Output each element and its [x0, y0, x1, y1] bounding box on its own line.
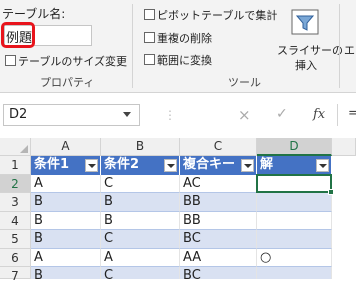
table-header-cell[interactable]: 複合キー [180, 156, 257, 175]
table-header-label: 条件2 [104, 157, 140, 172]
resize-table-icon [5, 55, 16, 66]
column-header-c[interactable]: C [180, 138, 257, 156]
table-cell[interactable]: BB [180, 212, 257, 230]
table-cell[interactable]: A [101, 249, 180, 267]
filter-dropdown-icon[interactable] [164, 159, 177, 172]
table-cell[interactable]: AA [180, 249, 257, 267]
pivot-summary-button[interactable]: ピボットテーブルで集計 [144, 7, 277, 23]
column-header-e[interactable] [332, 138, 356, 156]
filter-dropdown-icon[interactable] [316, 159, 329, 172]
filter-dropdown-icon[interactable] [85, 159, 98, 172]
convert-range-icon [144, 54, 155, 65]
resize-table-label: テーブルのサイズ変更 [18, 55, 128, 68]
remove-duplicates-button[interactable]: 重複の削除 [144, 30, 212, 46]
group-separator [132, 4, 133, 88]
circle-mark: ○ [260, 250, 272, 265]
name-box-dropdown-icon[interactable] [123, 112, 131, 117]
select-all-icon [20, 145, 28, 153]
table-cell[interactable]: A [31, 175, 101, 193]
table-cell[interactable]: B [31, 193, 101, 212]
fill-handle[interactable] [328, 189, 334, 195]
pivot-label: ピボットテーブルで集計 [157, 9, 278, 22]
column-header-a[interactable]: A [31, 138, 101, 156]
table-cell[interactable]: B [31, 267, 101, 279]
table-cell[interactable]: B [31, 212, 101, 230]
row-header[interactable]: 2 [0, 175, 31, 193]
table-header-cell[interactable]: 解 [257, 156, 332, 175]
filter-dropdown-icon[interactable] [241, 159, 254, 172]
table-header-label: 条件1 [34, 157, 70, 172]
table-cell[interactable] [257, 230, 332, 249]
table-cell[interactable]: B [101, 212, 180, 230]
remove-duplicates-icon [144, 32, 155, 43]
highlight-frame [1, 22, 35, 48]
slicer-icon [291, 9, 319, 35]
column-header-d[interactable]: D [257, 138, 332, 156]
table-cell[interactable]: C [101, 267, 180, 279]
row-header[interactable]: 7 [0, 267, 31, 283]
table-cell[interactable]: ○ [257, 249, 332, 267]
table-cell[interactable] [257, 212, 332, 230]
table-cell[interactable]: B [31, 230, 101, 249]
convert-label: 範囲に変換 [157, 54, 212, 67]
insert-function-icon[interactable]: fx [313, 107, 325, 122]
row-header[interactable]: 4 [0, 212, 31, 230]
select-all-corner[interactable] [0, 138, 31, 156]
name-box[interactable]: D2 [3, 104, 140, 126]
row-header[interactable]: 5 [0, 230, 31, 249]
table-cell[interactable]: A [31, 249, 101, 267]
ribbon: テーブル名: 例題 テーブルのサイズ変更 プロパティ ピボットテーブルで集計 重… [0, 0, 356, 93]
cancel-icon[interactable]: × [238, 106, 251, 124]
table-header-label: 解 [260, 157, 274, 172]
column-e-cells[interactable] [332, 156, 356, 279]
table-cell[interactable] [257, 193, 332, 212]
slicer-label-1: スライサーの [277, 44, 343, 57]
insert-slicer-button[interactable]: スライサーの 挿入 [277, 4, 343, 72]
group-tools: ツール [228, 76, 261, 89]
formula-separator [337, 104, 338, 126]
table-cell[interactable]: BC [180, 230, 257, 249]
table-cell[interactable]: C [101, 230, 180, 249]
table-cell[interactable]: AC [180, 175, 257, 193]
table-name-label: テーブル名: [2, 7, 66, 21]
row-header[interactable]: 3 [0, 193, 31, 212]
table-cell[interactable]: C [101, 175, 180, 193]
formula-input-partial[interactable]: = [348, 106, 356, 121]
resize-table-button[interactable]: テーブルのサイズ変更 [5, 53, 127, 69]
table-cell[interactable]: BC [180, 267, 257, 279]
active-cell-selection[interactable] [256, 174, 332, 193]
row-header[interactable]: 1 [0, 156, 31, 175]
enter-icon[interactable]: ✓ [276, 106, 288, 122]
table-header-cell[interactable]: 条件2 [101, 156, 180, 175]
group-separator [339, 4, 340, 88]
convert-to-range-button[interactable]: 範囲に変換 [144, 52, 212, 68]
table-cell[interactable]: B [101, 193, 180, 212]
column-header-b[interactable]: B [101, 138, 180, 156]
slicer-label-2: 挿入 [295, 59, 317, 72]
table-cell[interactable] [257, 267, 332, 279]
formula-bar-drag-handle[interactable]: ⋮ [164, 108, 177, 122]
pivot-table-icon [144, 9, 155, 20]
group-properties: プロパティ [40, 76, 95, 89]
row-header[interactable]: 6 [0, 249, 31, 267]
table-header-cell[interactable]: 条件1 [31, 156, 101, 175]
export-label-partial: エ [344, 44, 355, 57]
table-header-label: 複合キー [183, 157, 236, 172]
table-cell[interactable]: BB [180, 193, 257, 212]
remove-dup-label: 重複の削除 [157, 32, 212, 45]
